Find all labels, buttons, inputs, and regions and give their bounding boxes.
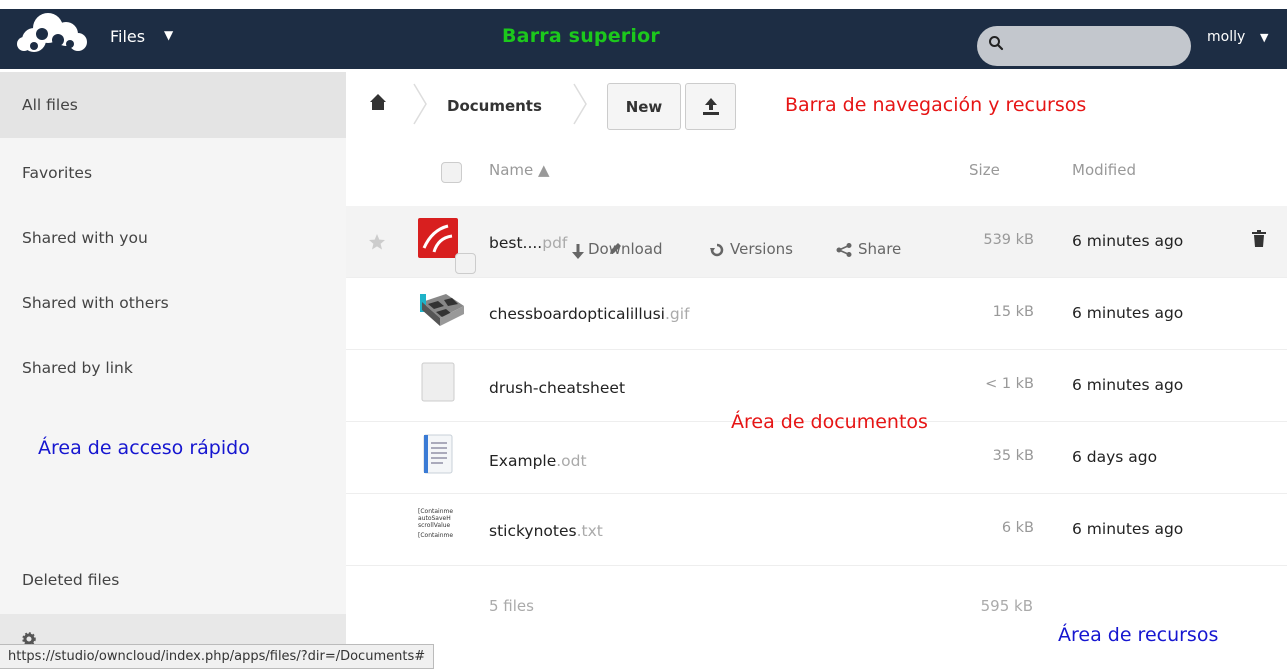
file-name-base: drush-cheatsheet [489,379,626,397]
thumbnail-text-line: autoSaveH [418,515,451,522]
search-input[interactable] [1010,33,1180,61]
column-header-modified[interactable]: Modified [1072,161,1136,179]
breadcrumb-separator-icon [573,83,587,125]
versions-action[interactable]: Versions [730,240,793,258]
file-extension: pdf [542,234,568,252]
file-size: 6 kB [1001,520,1034,536]
generic-file-icon [421,362,455,402]
file-name[interactable]: drush-cheatsheet [489,379,625,397]
app-name[interactable]: Files [110,27,145,46]
file-name[interactable]: chessboardopticalillusi.gif [489,305,689,323]
pdf-file-icon [418,218,458,258]
upload-icon [703,98,719,115]
user-menu[interactable]: molly [1207,29,1245,45]
file-modified: 6 minutes ago [1072,232,1184,250]
sidebar-item-shared-with-you[interactable]: Shared with you [0,205,346,271]
breadcrumb-separator-icon [413,83,427,125]
app-menu-caret-icon[interactable]: ▼ [164,28,173,42]
quick-access-annotation: Área de acceso rápido [38,437,250,459]
versions-icon[interactable] [710,243,724,257]
top-bar-annotation: Barra superior [502,25,660,47]
column-header-size[interactable]: Size [969,161,1000,179]
file-modified: 6 minutes ago [1072,304,1184,322]
owncloud-logo-icon[interactable] [12,12,98,52]
new-button[interactable]: New [607,83,681,130]
file-size: < 1 kB [985,376,1034,392]
breadcrumb-documents[interactable]: Documents [447,97,542,115]
user-menu-caret-icon[interactable]: ▼ [1260,31,1268,44]
status-bar-url: https://studio/owncloud/index.php/apps/f… [0,644,435,669]
file-extension: .gif [664,305,690,323]
column-header-name[interactable]: Name ▲ [489,161,550,179]
sidebar-item-deleted-files[interactable]: Deleted files [0,547,346,613]
sidebar-item-all-files[interactable]: All files [0,72,346,138]
thumbnail-text-line: [Containme [418,532,454,539]
documents-area-annotation: Área de documentos [731,411,928,433]
file-name[interactable]: stickynotes.txt [489,522,603,540]
trash-icon[interactable] [1252,230,1266,247]
sidebar-item-shared-with-others[interactable]: Shared with others [0,270,346,336]
sidebar-item-favorites[interactable]: Favorites [0,140,346,206]
row-checkbox[interactable] [455,253,476,274]
download-action[interactable]: Download [588,240,663,258]
star-icon[interactable] [368,233,386,251]
table-row[interactable]: chessboardopticalillusi.gif 15 kB 6 minu… [346,278,1287,350]
file-name[interactable]: Example.odt [489,452,587,470]
top-strip [0,0,1287,9]
file-modified: 6 days ago [1072,448,1158,466]
share-icon[interactable] [836,243,852,257]
summary-file-count: 5 files [489,597,534,615]
file-modified: 6 minutes ago [1072,376,1184,394]
file-size: 539 kB [983,232,1034,248]
thumbnail-text-line: [Containme [418,508,454,515]
text-file-thumbnail: [Containme autoSaveH scrollValue [Contai… [418,508,462,548]
share-action[interactable]: Share [858,240,901,258]
gif-image-thumbnail [420,294,464,326]
file-name-base: chessboardopticalillusi [489,305,665,323]
download-icon[interactable] [572,244,584,260]
document-file-icon [423,434,453,474]
file-name-base: Example [489,452,557,470]
search-icon [989,36,1004,51]
file-size: 35 kB [992,448,1034,464]
select-all-checkbox[interactable] [441,162,462,183]
file-extension: .txt [576,522,603,540]
file-name-base: best.... [489,234,543,252]
thumbnail-text-line: scrollValue [418,522,451,529]
table-row[interactable]: best....pdf Download Versions Share 539 … [346,206,1287,278]
resources-area-annotation: Área de recursos [1058,624,1219,646]
file-modified: 6 minutes ago [1072,520,1184,538]
home-icon[interactable] [369,93,387,111]
sidebar-item-shared-by-link[interactable]: Shared by link [0,335,346,401]
sidebar: All files Favorites Shared with you Shar… [0,72,346,669]
file-name[interactable]: best....pdf [489,234,567,252]
table-row[interactable]: [Containme autoSaveH scrollValue [Contai… [346,494,1287,566]
summary-total-size: 595 kB [980,597,1033,615]
navigation-bar-annotation: Barra de navegación y recursos [785,94,1087,116]
file-size: 15 kB [992,304,1034,320]
file-extension: .odt [556,452,587,470]
file-name-base: stickynotes [489,522,577,540]
upload-button[interactable] [685,83,736,130]
